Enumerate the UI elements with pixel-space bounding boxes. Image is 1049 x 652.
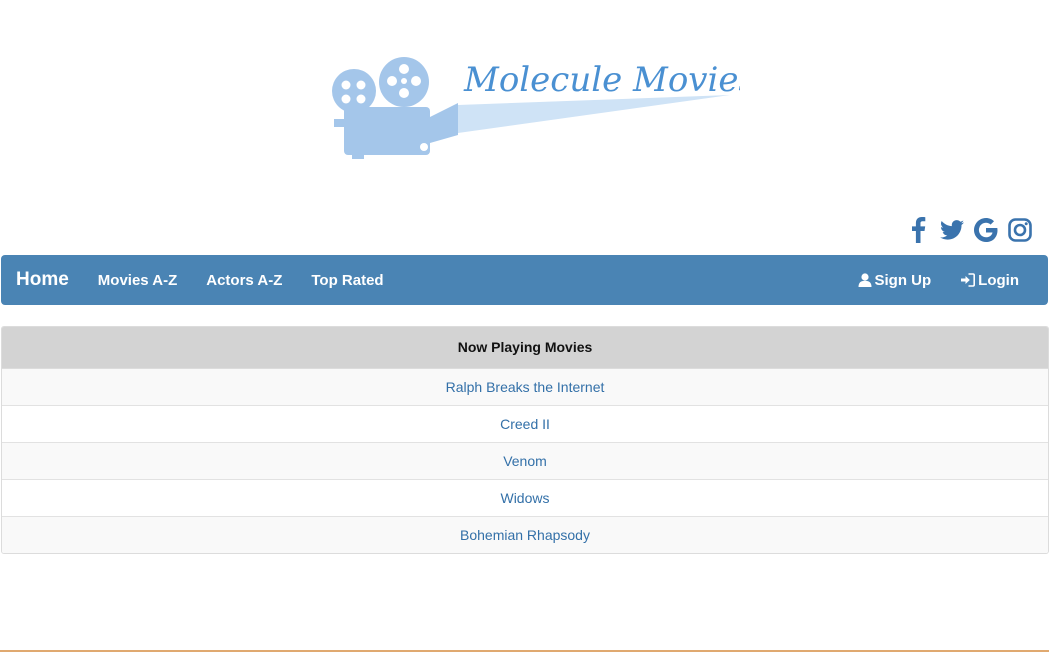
movie-link[interactable]: Widows [500,490,549,506]
movie-camera-logo-icon: Molecule Movies [332,57,756,159]
movie-row: Venom [2,443,1048,480]
nav-left: Home Movies A-Z Actors A-Z Top Rated [16,255,413,305]
google-icon[interactable] [973,216,999,244]
nav-actors-az-link[interactable]: Actors A-Z [206,272,282,289]
signup-link[interactable]: Sign Up [858,271,932,289]
login-link[interactable]: Login [960,272,1019,289]
movie-row: Bohemian Rhapsody [2,517,1048,553]
movie-link[interactable]: Creed II [500,416,550,432]
movie-link[interactable]: Bohemian Rhapsody [460,527,590,543]
logo-text: Molecule Movies [463,60,740,100]
now-playing-table: Now Playing Movies Ralph Breaks the Inte… [1,326,1049,554]
site-logo[interactable]: Molecule Movies [330,55,756,165]
now-playing-header: Now Playing Movies [2,327,1048,369]
movie-row: Widows [2,480,1048,517]
facebook-icon[interactable] [905,216,931,244]
login-icon [961,273,976,287]
instagram-icon[interactable] [1007,216,1033,244]
signup-label: Sign Up [874,271,932,289]
nav-home-link[interactable]: Home [16,269,69,291]
user-icon [858,273,871,287]
page: Molecule Movies Home Movies A-Z Actors A… [0,0,1049,652]
login-label: Login [978,271,1019,289]
main-navbar: Home Movies A-Z Actors A-Z Top Rated Sig… [1,255,1048,305]
nav-right: Sign Up Login [858,255,1019,305]
movie-link[interactable]: Venom [503,453,547,469]
movie-link[interactable]: Ralph Breaks the Internet [446,379,605,395]
social-links [905,216,1033,244]
nav-top-rated-link[interactable]: Top Rated [311,272,383,289]
nav-movies-az-link[interactable]: Movies A-Z [98,272,177,289]
twitter-icon[interactable] [939,216,965,244]
movie-row: Ralph Breaks the Internet [2,369,1048,406]
movie-row: Creed II [2,406,1048,443]
